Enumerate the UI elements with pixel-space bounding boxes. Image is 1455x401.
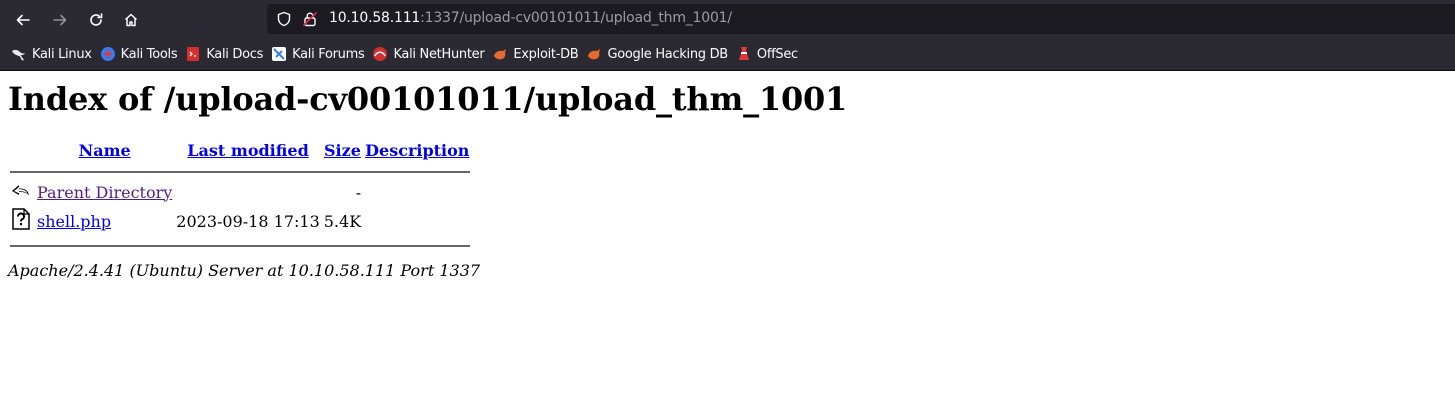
back-button[interactable] (10, 7, 36, 33)
arrow-right-icon (53, 14, 67, 26)
kali-forums-icon (272, 47, 287, 61)
forward-button[interactable] (47, 7, 73, 33)
kali-docs-icon (187, 47, 200, 61)
home-button[interactable] (118, 7, 144, 33)
exploit-db-icon (494, 49, 507, 60)
row-modified-cell: 2023-09-18 17:13 (176, 211, 320, 231)
bookmark-kali-tools[interactable]: Kali Tools (98, 42, 184, 66)
header-name[interactable]: Name (36, 140, 173, 161)
row-description-cell (364, 179, 470, 205)
reload-button[interactable] (83, 7, 109, 33)
url-path: :1337/upload-cv00101011/upload_thm_1001/ (420, 10, 732, 26)
row-size-cell: - (355, 182, 362, 202)
header-icon-cell (10, 140, 34, 161)
row-icon-cell (10, 179, 34, 205)
divider (10, 245, 471, 247)
bookmark-kali-linux[interactable]: Kali Linux (9, 42, 98, 66)
page-content: Index of /upload-cv00101011/upload_thm_1… (0, 80, 1455, 280)
sort-by-modified-link[interactable]: Last modified (187, 141, 308, 160)
url-host: 10.10.58.111 (329, 10, 421, 26)
kali-nethunter-icon (373, 47, 388, 61)
kali-dragon-icon (12, 49, 25, 61)
back-arrow-icon (12, 185, 29, 196)
bookmark-label: Kali NetHunter (393, 46, 485, 62)
row-name-cell: shell.php (36, 207, 173, 235)
file-link-shell-php[interactable]: shell.php (37, 212, 111, 231)
sort-by-description-link[interactable]: Description (365, 141, 469, 160)
arrow-left-icon (16, 14, 30, 26)
directory-listing-table: Name Last modified Size Description Pare… (8, 138, 472, 253)
table-header-row: Name Last modified Size Description (10, 140, 470, 161)
bookmark-label: OffSec (756, 46, 798, 62)
home-icon (124, 13, 138, 27)
bookmark-label: Exploit-DB (513, 46, 579, 62)
bookmark-label: Google Hacking DB (607, 46, 728, 62)
ghdb-icon (588, 49, 601, 60)
reload-icon (90, 13, 103, 26)
url-text[interactable]: 10.10.58.111:1337/upload-cv00101011/uplo… (329, 10, 732, 26)
header-description[interactable]: Description (364, 140, 470, 161)
row-size-cell: 5.4K (323, 211, 362, 231)
bookmarks-toolbar: Kali Linux Kali Tools Kali Docs Kali For… (0, 38, 1455, 71)
bookmark-kali-nethunter[interactable]: Kali NetHunter (370, 42, 490, 66)
bookmark-label: Kali Linux (32, 46, 92, 62)
unknown-file-icon (12, 208, 30, 230)
separator-row (10, 163, 471, 177)
url-bar[interactable]: 10.10.58.111:1337/upload-cv00101011/uplo… (267, 4, 1455, 34)
divider (10, 171, 471, 173)
header-last-modified[interactable]: Last modified (175, 140, 320, 161)
insecure-lock-icon[interactable] (302, 11, 318, 27)
table-row: Parent Directory - (10, 179, 470, 205)
sort-by-name-link[interactable]: Name (79, 141, 131, 160)
offsec-icon (738, 47, 749, 60)
bookmark-label: Kali Docs (206, 46, 264, 62)
browser-toolbar: 10.10.58.111:1337/upload-cv00101011/uplo… (0, 0, 1455, 38)
server-signature: Apache/2.4.41 (Ubuntu) Server at 10.10.5… (8, 261, 481, 280)
row-name-cell: Parent Directory (36, 179, 173, 205)
row-icon-cell (10, 207, 34, 235)
bookmark-kali-docs[interactable]: Kali Docs (183, 42, 269, 66)
bookmark-offsec[interactable]: OffSec (734, 42, 804, 66)
bookmark-label: Kali Forums (292, 46, 365, 62)
parent-directory-link[interactable]: Parent Directory (37, 183, 172, 202)
bookmark-kali-forums[interactable]: Kali Forums (269, 42, 370, 66)
bookmark-exploit-db[interactable]: Exploit-DB (490, 42, 584, 66)
kali-tools-icon (100, 47, 115, 61)
row-modified-cell (175, 179, 320, 205)
bookmark-google-hacking-db[interactable]: Google Hacking DB (584, 42, 733, 66)
separator-row (10, 237, 471, 251)
row-description-cell (364, 207, 470, 235)
sort-by-size-link[interactable]: Size (324, 141, 361, 160)
table-row: shell.php 2023-09-18 17:13 5.4K (10, 207, 470, 235)
header-size[interactable]: Size (323, 140, 362, 161)
bookmark-label: Kali Tools (120, 46, 178, 62)
shield-icon[interactable] (276, 11, 292, 27)
page-title: Index of /upload-cv00101011/upload_thm_1… (8, 80, 848, 118)
